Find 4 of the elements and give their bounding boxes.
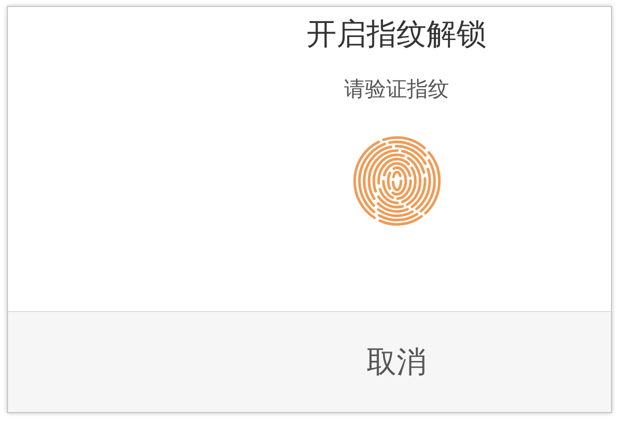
- fingerprint-icon: [350, 135, 442, 227]
- cancel-button[interactable]: 取消: [356, 338, 436, 386]
- dialog-title: 开启指纹解锁: [306, 16, 486, 54]
- dialog-subtitle: 请验证指纹: [344, 76, 449, 103]
